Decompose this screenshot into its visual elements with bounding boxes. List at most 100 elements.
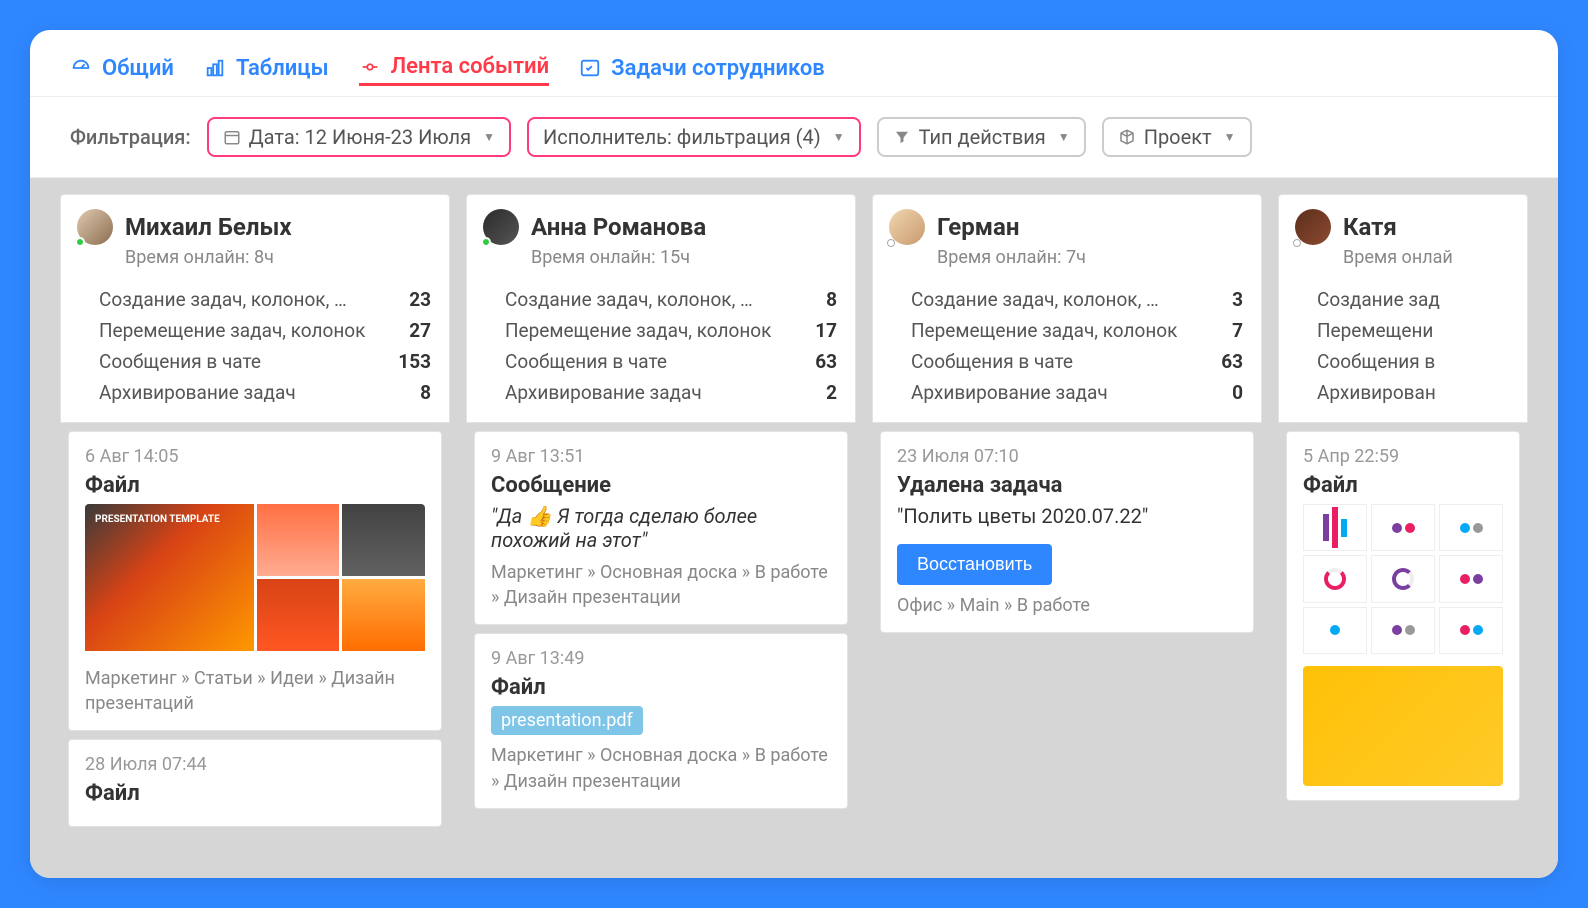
stat-row: Архивирование задач0 — [911, 377, 1243, 408]
event-card[interactable]: 6 Авг 14:05 Файл Маркетинг » Статьи » Ид… — [68, 431, 442, 731]
cube-icon — [1118, 128, 1136, 146]
user-name: Анна Романова — [531, 213, 706, 241]
filter-bar: Фильтрация: Дата: 12 Июня-23 Июля ▼ Испо… — [30, 97, 1558, 178]
stat-row: Сообщения в — [1317, 346, 1509, 377]
stat-row: Перемещение задач, колонок17 — [505, 315, 837, 346]
cards-area: 23 Июля 07:10 Удалена задача "Полить цве… — [872, 423, 1262, 878]
online-time: Время онлайн: 8ч — [125, 247, 431, 268]
avatar[interactable] — [483, 209, 519, 245]
card-time: 5 Апр 22:59 — [1303, 446, 1503, 467]
card-title: Удалена задача — [897, 473, 1237, 498]
breadcrumb: Маркетинг » Статьи » Идеи » Дизайн презе… — [85, 666, 425, 716]
restore-button[interactable]: Восстановить — [897, 544, 1052, 585]
breadcrumb: Маркетинг » Основная доска » В работе » … — [491, 560, 831, 610]
stats: Создание задач, колонок, …3 Перемещение … — [911, 284, 1243, 408]
card-title: Файл — [85, 473, 425, 498]
stat-row: Сообщения в чате63 — [911, 346, 1243, 377]
avatar[interactable] — [889, 209, 925, 245]
tab-feed-label: Лента событий — [391, 54, 550, 79]
breadcrumb: Офис » Main » В работе — [897, 593, 1237, 618]
card-quote: "Да 👍 Я тогда сделаю более похожий на эт… — [491, 504, 831, 552]
stats: Создание задач, колонок, …8 Перемещение … — [505, 284, 837, 408]
user-column-katya: Катя Время онлай Создание зад Перемещени… — [1278, 194, 1528, 878]
filter-project-label: Проект — [1144, 125, 1212, 149]
online-time: Время онлайн: 15ч — [531, 247, 837, 268]
board: Михаил Белых Время онлайн: 8ч Создание з… — [30, 178, 1558, 878]
event-card[interactable]: 5 Апр 22:59 Файл — [1286, 431, 1520, 801]
event-card[interactable]: 9 Авг 13:51 Сообщение "Да 👍 Я тогда сдел… — [474, 431, 848, 625]
app-window: Общий Таблицы Лента событий Задачи сотру… — [30, 30, 1558, 878]
status-online-icon — [481, 237, 491, 247]
filter-date[interactable]: Дата: 12 Июня-23 Июля ▼ — [207, 117, 511, 157]
tab-tables-label: Таблицы — [236, 56, 329, 81]
tab-general[interactable]: Общий — [70, 52, 174, 85]
filter-icon — [893, 128, 911, 146]
card-quote: "Полить цветы 2020.07.22" — [897, 504, 1237, 528]
card-title: Файл — [1303, 473, 1503, 498]
chevron-down-icon: ▼ — [833, 130, 845, 144]
filter-action-label: Тип действия — [919, 125, 1046, 149]
stat-row: Создание задач, колонок, …8 — [505, 284, 837, 315]
filter-date-label: Дата: 12 Июня-23 Июля — [249, 125, 471, 149]
chevron-down-icon: ▼ — [1224, 130, 1236, 144]
file-thumbnail[interactable] — [1303, 504, 1503, 654]
filter-assignee-label: Исполнитель: фильтрация (4) — [543, 125, 821, 149]
filter-action-type[interactable]: Тип действия ▼ — [877, 117, 1086, 157]
gauge-icon — [70, 57, 92, 79]
cards-area: 5 Апр 22:59 Файл — [1278, 423, 1528, 878]
stat-row: Архивирование задач2 — [505, 377, 837, 408]
tab-tables[interactable]: Таблицы — [204, 52, 329, 85]
breadcrumb: Маркетинг » Основная доска » В работе » … — [491, 743, 831, 793]
checklist-icon — [579, 57, 601, 79]
stat-row: Перемещение задач, колонок27 — [99, 315, 431, 346]
tab-tasks[interactable]: Задачи сотрудников — [579, 52, 825, 85]
column-header: Герман Время онлайн: 7ч Создание задач, … — [872, 194, 1262, 423]
top-tabs: Общий Таблицы Лента событий Задачи сотру… — [30, 30, 1558, 97]
event-card[interactable]: 28 Июля 07:44 Файл — [68, 739, 442, 827]
file-chip[interactable]: presentation.pdf — [491, 706, 643, 735]
cards-area: 6 Авг 14:05 Файл Маркетинг » Статьи » Ид… — [60, 423, 450, 878]
calendar-icon — [223, 128, 241, 146]
avatar[interactable] — [77, 209, 113, 245]
event-card[interactable]: 9 Авг 13:49 Файл presentation.pdf Маркет… — [474, 633, 848, 808]
avatar[interactable] — [1295, 209, 1331, 245]
filter-assignee[interactable]: Исполнитель: фильтрация (4) ▼ — [527, 117, 861, 157]
stats: Создание зад Перемещени Сообщения в Архи… — [1317, 284, 1509, 408]
stat-row: Архивирован — [1317, 377, 1509, 408]
chevron-down-icon: ▼ — [1058, 130, 1070, 144]
stat-row: Перемещени — [1317, 315, 1509, 346]
filter-project[interactable]: Проект ▼ — [1102, 117, 1252, 157]
online-time: Время онлай — [1343, 247, 1509, 268]
status-offline-icon — [887, 239, 895, 247]
card-time: 9 Авг 13:51 — [491, 446, 831, 467]
stat-row: Создание задач, колонок, …3 — [911, 284, 1243, 315]
file-thumbnail[interactable] — [1303, 666, 1503, 786]
tab-feed[interactable]: Лента событий — [359, 50, 550, 86]
stat-row: Создание зад — [1317, 284, 1509, 315]
online-time: Время онлайн: 7ч — [937, 247, 1243, 268]
user-name: Михаил Белых — [125, 213, 292, 241]
user-name: Катя — [1343, 213, 1397, 241]
card-time: 23 Июля 07:10 — [897, 446, 1237, 467]
filter-label: Фильтрация: — [70, 125, 191, 149]
file-thumbnail[interactable] — [85, 504, 425, 654]
status-online-icon — [75, 237, 85, 247]
event-card[interactable]: 23 Июля 07:10 Удалена задача "Полить цве… — [880, 431, 1254, 633]
tab-general-label: Общий — [102, 56, 174, 81]
feed-icon — [359, 56, 381, 78]
stat-row: Сообщения в чате63 — [505, 346, 837, 377]
user-column-german: Герман Время онлайн: 7ч Создание задач, … — [872, 194, 1262, 878]
user-column-mikhail: Михаил Белых Время онлайн: 8ч Создание з… — [60, 194, 450, 878]
card-title: Файл — [491, 675, 831, 700]
stat-row: Архивирование задач8 — [99, 377, 431, 408]
column-header: Катя Время онлай Создание зад Перемещени… — [1278, 194, 1528, 423]
card-time: 28 Июля 07:44 — [85, 754, 425, 775]
card-time: 6 Авг 14:05 — [85, 446, 425, 467]
column-header: Михаил Белых Время онлайн: 8ч Создание з… — [60, 194, 450, 423]
stat-row: Создание задач, колонок, …23 — [99, 284, 431, 315]
stats: Создание задач, колонок, …23 Перемещение… — [99, 284, 431, 408]
tab-tasks-label: Задачи сотрудников — [611, 56, 825, 81]
stat-row: Перемещение задач, колонок7 — [911, 315, 1243, 346]
user-column-anna: Анна Романова Время онлайн: 15ч Создание… — [466, 194, 856, 878]
chevron-down-icon: ▼ — [483, 130, 495, 144]
